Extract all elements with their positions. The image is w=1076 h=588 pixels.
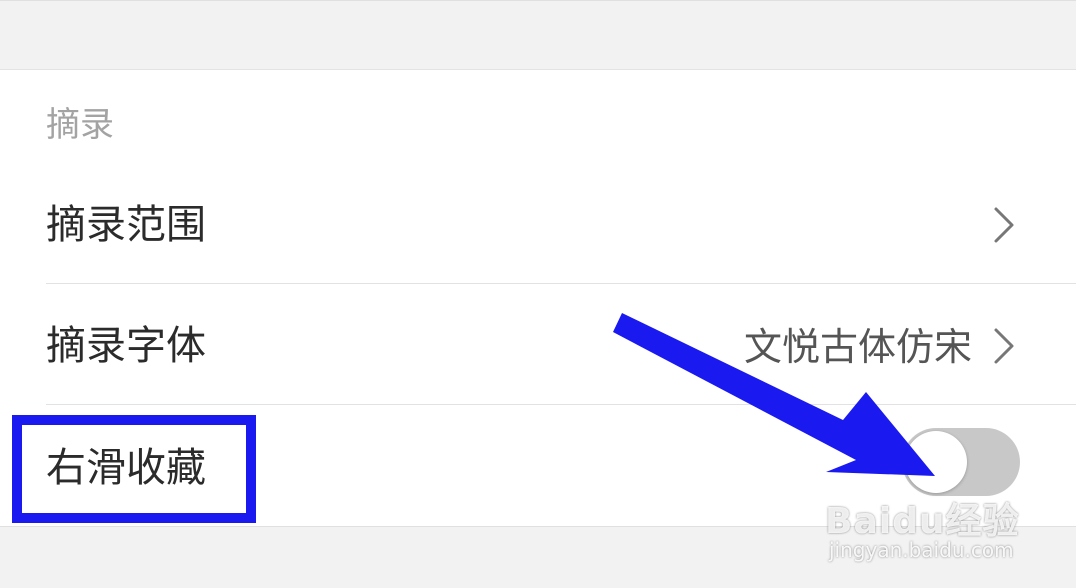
watermark-logo-text: Baidu经验 <box>825 501 1020 542</box>
baidu-jingyan-watermark: Baidu经验 jingyan.baidu.com <box>825 490 1025 570</box>
watermark-url: jingyan.baidu.com <box>829 538 1014 562</box>
